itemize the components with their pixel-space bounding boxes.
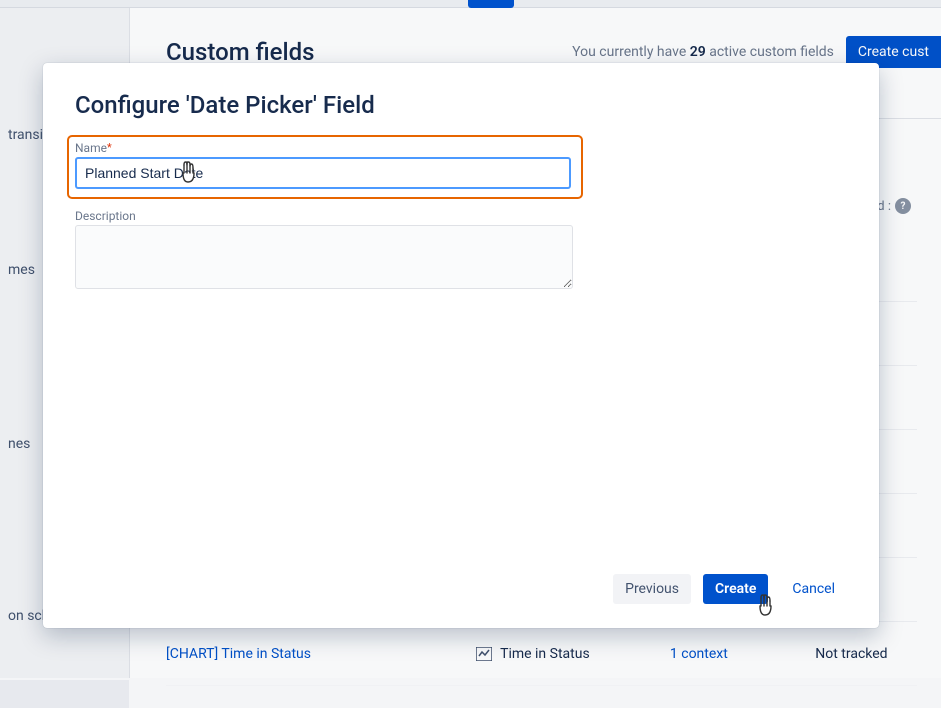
modal-title: Configure 'Date Picker' Field bbox=[75, 91, 847, 119]
modal-footer: Previous Create Cancel bbox=[75, 574, 847, 604]
name-input[interactable] bbox=[75, 157, 571, 189]
description-field-block: Description bbox=[75, 209, 583, 293]
topbar-pill bbox=[468, 0, 514, 8]
name-label: Name* bbox=[75, 141, 575, 155]
name-field-block: Name* bbox=[67, 135, 583, 199]
description-input[interactable] bbox=[75, 225, 573, 289]
configure-field-modal: Configure 'Date Picker' Field Name* Desc… bbox=[43, 63, 879, 628]
description-label: Description bbox=[75, 209, 583, 223]
cancel-button[interactable]: Cancel bbox=[780, 574, 847, 604]
top-bar bbox=[0, 0, 941, 8]
previous-button[interactable]: Previous bbox=[613, 574, 691, 604]
create-button[interactable]: Create bbox=[703, 574, 768, 604]
sidebar-item-active[interactable] bbox=[0, 680, 129, 708]
